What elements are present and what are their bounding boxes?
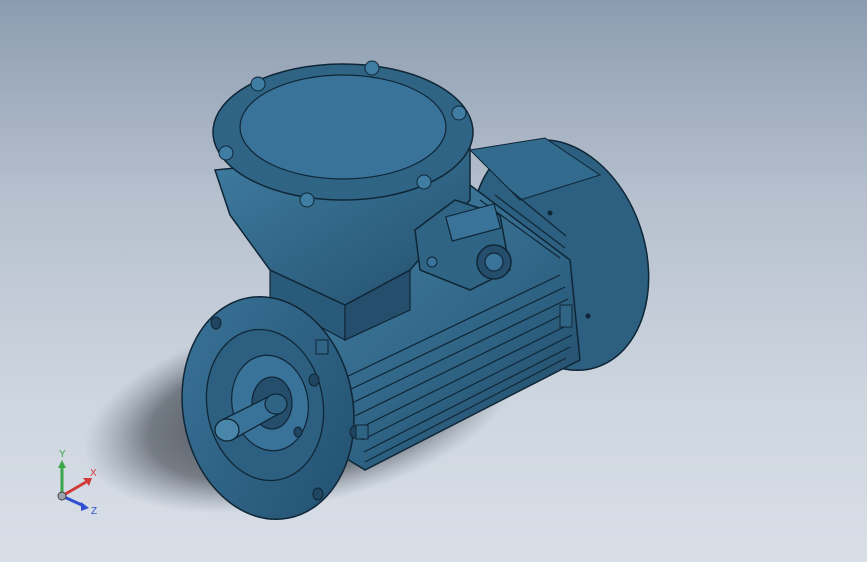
lid-bolt: [218, 145, 234, 161]
x-axis-label: X: [90, 468, 97, 479]
motor-3d-model[interactable]: [0, 0, 867, 562]
flange-hole: [308, 373, 320, 387]
lid-bolt: [364, 60, 380, 76]
graphics-viewport[interactable]: Y X Z: [0, 0, 867, 562]
lid-bolt: [451, 105, 467, 121]
flange-hole: [312, 487, 324, 501]
y-axis-arrow-icon: [58, 460, 66, 468]
coordinate-triad: Y X Z: [57, 449, 97, 517]
z-axis-label: Z: [91, 506, 97, 517]
lid-bolt: [250, 76, 266, 92]
lid-bolt: [416, 174, 432, 190]
lid-bolt: [299, 192, 315, 208]
flange-hole: [293, 426, 303, 438]
flange-hole: [210, 316, 222, 330]
y-axis-label: Y: [59, 449, 66, 460]
z-axis-arrow-icon: [81, 502, 89, 511]
